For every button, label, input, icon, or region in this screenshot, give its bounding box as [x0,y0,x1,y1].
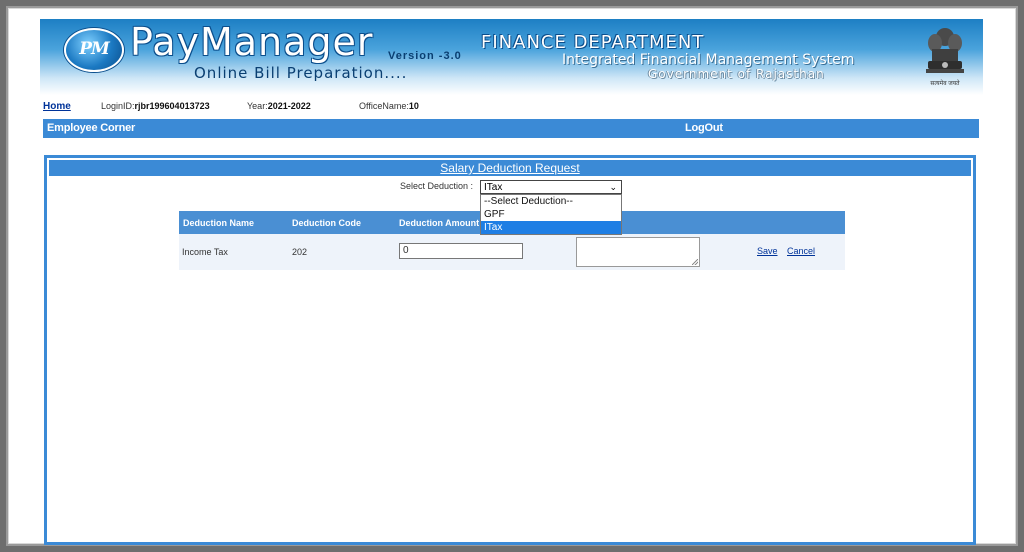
app-subtitle: Online Bill Preparation.... [194,64,408,82]
panel-title: Salary Deduction Request [49,160,971,176]
header-deduction-amount: Deduction Amount [399,218,480,228]
logo-monogram: PM [79,39,110,59]
table-row: Income Tax 202 0 Save Cancel [179,234,845,270]
year-label: Year: [247,101,268,111]
select-deduction-dropdown[interactable]: ITax ⌄ [480,180,622,194]
row-deduction-name: Income Tax [182,247,228,257]
option-itax[interactable]: ITax [481,221,621,234]
app-title: PayManager [130,20,374,64]
save-link[interactable]: Save [757,246,778,256]
chevron-down-icon: ⌄ [609,182,617,192]
year-value: 2021-2022 [267,101,311,111]
system-title: Integrated Financial Management System [562,52,855,68]
login-id-label: LoginID: [101,101,135,111]
office-name-label: OfficeName: [359,101,409,111]
year: Year:2021-2022 [247,101,311,111]
row-deduction-code: 202 [292,247,308,257]
office-name-value: 10 [408,101,419,111]
app-version: Version -3.0 [388,50,462,62]
select-deduction-label: Select Deduction : [400,181,474,191]
header-deduction-name: Deduction Name [183,218,255,228]
remarks-textarea[interactable] [576,237,700,267]
department-title: FINANCE DEPARTMENT [481,32,705,53]
option-select-deduction[interactable]: --Select Deduction-- [481,195,621,208]
deduction-amount-input[interactable]: 0 [399,243,523,259]
option-gpf[interactable]: GPF [481,208,621,221]
office-name: OfficeName:10 [359,101,419,111]
cancel-link[interactable]: Cancel [787,246,815,256]
nav-employee-corner[interactable]: Employee Corner [47,122,135,134]
government-title: Government of Rajasthan [648,67,825,81]
select-deduction-value: ITax [484,182,503,193]
login-id-value: rjbr199604013723 [134,101,210,111]
home-link[interactable]: Home [43,101,71,112]
login-id: LoginID:rjbr199604013723 [101,101,210,111]
nav-bar: Employee Corner LogOut [43,119,979,138]
deduction-options-list: --Select Deduction-- GPF ITax [480,194,622,235]
emblem-motto: सत्यमेव जयते [930,81,960,87]
paymanager-logo: PM [64,28,124,72]
logout-link[interactable]: LogOut [685,122,723,134]
header-deduction-code: Deduction Code [292,218,361,228]
header-banner: PM PayManager Version -3.0 Online Bill P… [40,19,983,95]
national-emblem-icon: सत्यमेव जयते [918,25,972,87]
